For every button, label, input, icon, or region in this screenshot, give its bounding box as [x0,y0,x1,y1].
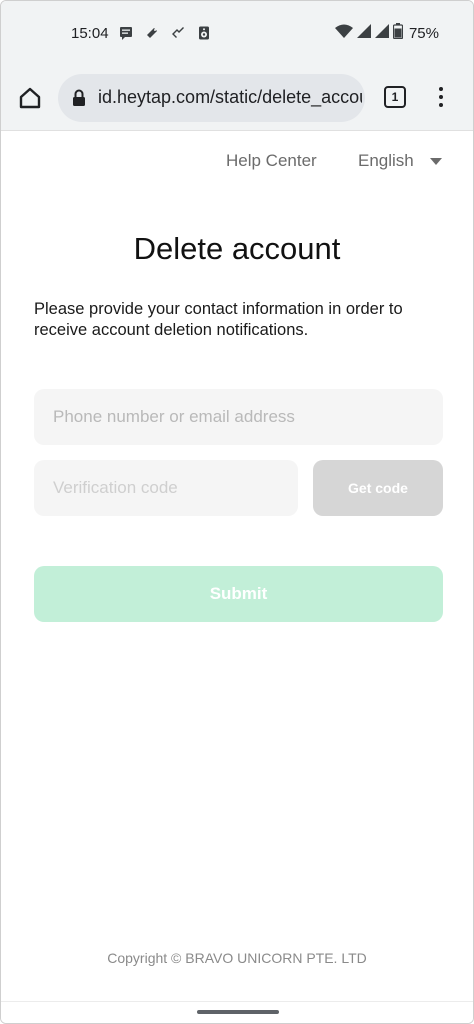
status-time: 15:04 [71,25,109,42]
browser-toolbar: id.heytap.com/static/delete_account 1 [1,65,473,131]
notification-icon [171,26,185,40]
language-label: English [358,151,414,170]
more-options-icon[interactable] [435,84,447,112]
url-bar[interactable]: id.heytap.com/static/delete_account [58,74,365,122]
status-indicators: 75% [334,23,439,44]
language-select[interactable]: English [358,151,442,171]
caret-down-icon [429,157,442,165]
notification-icon [145,26,159,40]
help-center-link[interactable]: Help Center [226,151,317,171]
tab-switcher-button[interactable]: 1 [384,86,406,108]
copyright-text: Copyright © BRAVO UNICORN PTE. LTD [107,950,367,966]
url-text: id.heytap.com/static/delete_account [98,87,362,107]
system-nav-bar [1,1001,473,1023]
phone-screen: 15:04 75% id.heytap.com/static/delete_ac… [0,0,474,1024]
notification-icons [119,26,211,40]
page-title: Delete account [133,231,341,266]
verification-code-input[interactable] [34,460,298,516]
battery-percent: 75% [408,25,439,42]
status-bar: 15:04 75% [1,1,473,65]
home-icon[interactable] [17,85,43,111]
signal-icon [356,24,371,43]
signal-icon [374,24,389,43]
message-icon [119,26,133,40]
speaker-icon [197,26,211,40]
submit-button[interactable]: Submit [34,566,443,622]
phone-email-input[interactable] [34,389,443,445]
description-text: Please provide your contact information … [34,300,403,339]
battery-icon [392,23,404,44]
wifi-icon [334,24,353,43]
top-links: Help Center English [1,151,473,175]
lock-icon [72,89,86,107]
get-code-button[interactable]: Get code [313,460,443,516]
home-gesture-handle[interactable] [197,1010,279,1014]
